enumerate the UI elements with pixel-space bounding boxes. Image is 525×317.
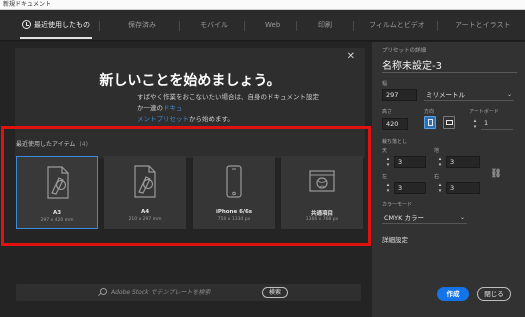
welcome-text: すばやく作業をおこないたい場合は、自身のドキュメント設定か一連のドキュ メントプ… [137,92,323,125]
unit-dropdown[interactable]: ミリメートル ⌄ [424,89,514,101]
bleed-top-label: 天 [382,148,388,154]
advanced-settings-link[interactable]: 詳細設定 [382,234,408,244]
tab-recent-label: 最近使用したもの [34,21,90,29]
document-name-field[interactable]: 名称未設定-3 [382,57,442,72]
bleed-top-input[interactable]: 3 [394,156,426,168]
color-mode-dropdown[interactable]: CMYK カラー ⌄ [382,212,467,224]
height-input[interactable]: 420 [382,118,408,130]
width-input[interactable]: 297 [382,89,417,101]
tab-bar: 最近使用したもの 保存済み モバイル Web 印刷 フィルムとビデオ アートとイ… [0,10,525,41]
preset-card-iphone[interactable]: iPhone 6/6s 750 x 1334 px [193,156,275,229]
document-presets-link[interactable]: ドキュ [163,104,183,112]
width-label: 幅 [382,81,388,87]
tab-film-video[interactable]: フィルムとビデオ [369,10,425,41]
landscape-orientation-button[interactable] [443,116,455,129]
preset-name: A4 [140,209,150,215]
tab-print[interactable]: 印刷 [318,10,332,41]
link-icon[interactable]: ⛓ [490,168,502,180]
landscape-icon [446,120,453,125]
phone-icon [226,165,242,198]
bleed-bottom-input[interactable]: 3 [446,156,480,168]
bleed-label: 裁ち落とし [382,139,408,145]
preset-details-panel: プリセットの詳細 名称未設定-3 幅 297 ミリメートル ⌄ 高さ 420 方向… [372,42,525,317]
preset-name: A3 [52,210,62,216]
clock-icon [22,20,31,29]
bleed-bottom-stepper-icon[interactable]: ▴ ▾ [436,156,444,168]
close-button[interactable]: 閉じる [477,287,511,301]
window-title: 新規ドキュメント [3,1,52,8]
bleed-right-label: 右 [434,174,440,180]
recent-items-title: 最近使用したアイテム [16,141,76,148]
welcome-title: 新しいことを始めましょう。 [99,73,281,89]
tab-recent[interactable]: 最近使用したもの [20,10,92,41]
bleed-left-label: 左 [382,174,388,180]
tab-web[interactable]: Web [265,10,280,41]
tab-saved[interactable]: 保存済み [128,10,156,41]
create-button[interactable]: 作成 [437,287,469,301]
document-edit-icon [134,165,156,198]
orientation-label: 方向 [424,109,435,115]
search-icon [100,288,107,295]
bleed-right-input[interactable]: 3 [446,182,480,194]
recent-items-count: (4) [79,141,88,148]
preset-name: 共通項目 [310,211,333,217]
height-label: 高さ [382,109,393,115]
document-presets-link-cont[interactable]: メントプリセット [137,115,189,123]
preset-details-title: プリセットの詳細 [382,48,427,54]
artboard-label: アートボード [469,109,499,115]
bleed-left-stepper-icon[interactable]: ▴ ▾ [384,182,392,194]
preset-size: 1366 x 768 px [305,217,339,222]
preset-card-a4[interactable]: A4 210 x 297 mm [104,156,186,229]
recent-items-label: 最近使用したアイテム (4) [16,139,88,148]
search-button[interactable]: 検索 [262,287,288,298]
main-panel: ✕ 新しいことを始めましょう。 すばやく作業をおこないたい場合は、自身のドキュメ… [0,42,372,317]
artboard-input[interactable]: 1 [481,118,513,130]
template-search-input[interactable] [111,287,251,298]
preset-size: 297 x 420 mm [40,218,74,223]
unit-value: ミリメートル [426,91,465,99]
bleed-top-stepper-icon[interactable]: ▴ ▾ [384,156,392,168]
portrait-orientation-button[interactable] [424,116,436,129]
welcome-text-end: から始めます。 [189,115,234,123]
color-mode-value: CMYK カラー [384,214,424,222]
bleed-right-stepper-icon[interactable]: ▴ ▾ [436,182,444,194]
preset-name: iPhone 6/6s [215,209,253,215]
preset-card-web[interactable]: 共通項目 1366 x 768 px [281,156,363,229]
tab-art-illustration[interactable]: アートとイラスト [455,10,510,41]
document-edit-icon [47,166,69,199]
color-mode-label: カラーモード [382,202,413,208]
portrait-icon [428,119,433,126]
template-search-bar: 検索 [16,284,361,301]
tab-mobile[interactable]: モバイル [200,10,228,41]
window-titlebar: 新規ドキュメント [0,0,525,10]
preset-size: 210 x 297 mm [128,217,162,222]
bleed-bottom-label: 地 [434,148,440,154]
artboard-stepper-icon[interactable]: ▴ ▾ [471,118,479,130]
preset-size: 750 x 1334 px [217,217,251,222]
preset-card-a3[interactable]: A3 297 x 420 mm [16,156,98,229]
close-icon[interactable]: ✕ [347,51,355,62]
recent-items-section: 最近使用したアイテム (4) A3 297 x 420 mm A4 210 x 2… [1,126,371,246]
chevron-down-icon: ⌄ [459,214,465,221]
web-browser-icon [309,170,335,192]
chevron-down-icon: ⌄ [506,91,512,98]
bleed-left-input[interactable]: 3 [394,182,426,194]
